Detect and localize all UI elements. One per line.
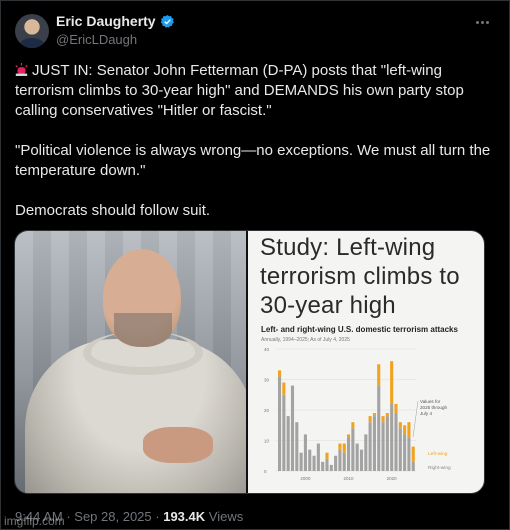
bar-right-wing — [359, 449, 364, 471]
bar-left-wing — [411, 446, 415, 462]
post-text-paragraph-2: "Political violence is always wrong—no e… — [15, 142, 495, 179]
y-tick-label: 20 — [264, 408, 270, 413]
bar-right-wing — [295, 422, 299, 471]
chart-title: Left- and right-wing U.S. domestic terro… — [261, 325, 458, 334]
bar-left-wing — [368, 416, 372, 423]
verified-badge-icon — [160, 14, 174, 28]
chart-headline: Study: Left-wing terrorism climbs to 30-… — [260, 234, 460, 319]
bar-left-wing — [390, 361, 394, 404]
media-photo[interactable] — [15, 231, 249, 493]
author-name-row[interactable]: Eric Daugherty — [56, 13, 175, 29]
views-label: Views — [208, 509, 244, 524]
bar-right-wing — [355, 443, 359, 471]
bar-right-wing — [325, 458, 329, 471]
bar-left-wing — [351, 422, 355, 429]
bar-right-wing — [303, 434, 307, 471]
bar-right-wing — [316, 443, 320, 471]
x-tick-label: 2020 — [387, 476, 398, 481]
bar-left-wing — [338, 443, 342, 450]
imgflip-watermark: imgflip.com — [4, 514, 65, 528]
x-tick-label: 2010 — [344, 476, 355, 481]
bar-right-wing — [278, 376, 282, 471]
annotation-pointer — [412, 400, 419, 438]
police-light-emoji — [15, 63, 28, 76]
bar-right-wing — [394, 413, 398, 471]
views-count: 193.4K — [163, 509, 206, 524]
bar-right-wing — [342, 452, 346, 471]
post-media[interactable]: Study: Left-wing terrorism climbs to 30-… — [14, 230, 485, 494]
post-text-paragraph-3: Democrats should follow suit. — [15, 202, 211, 219]
bar-left-wing — [398, 422, 402, 429]
more-options-icon[interactable] — [472, 14, 492, 30]
bar-right-wing — [381, 422, 385, 471]
bar-chart: 4030201002000 2010 2020Values for2025 thro… — [264, 347, 451, 481]
x-tick-label: 2000 — [300, 476, 311, 481]
bar-right-wing — [286, 416, 290, 471]
chart-annotation: 2025 through — [420, 405, 448, 410]
y-tick-label: 30 — [264, 378, 270, 383]
bar-right-wing — [282, 394, 286, 471]
chart-annotation: July 4 — [420, 411, 432, 416]
y-tick-label: 40 — [264, 347, 270, 352]
bar-right-wing — [312, 455, 316, 471]
bar-right-wing — [390, 403, 394, 471]
author-handle[interactable]: @EricLDaugh — [56, 32, 137, 47]
post-text-paragraph-1: JUST IN: Senator John Fetterman (D-PA) p… — [15, 62, 468, 119]
author-name[interactable]: Eric Daugherty — [56, 13, 156, 29]
bar-right-wing — [308, 449, 312, 471]
bar-right-wing — [299, 452, 303, 471]
bar-right-wing — [329, 464, 333, 471]
bar-left-wing — [407, 422, 411, 438]
bar-right-wing — [377, 385, 381, 471]
bar-right-wing — [338, 449, 342, 471]
bar-left-wing — [381, 416, 385, 423]
bar-left-wing — [347, 434, 351, 438]
bar-left-wing — [342, 443, 346, 453]
bar-right-wing — [407, 437, 411, 471]
bar-left-wing — [325, 452, 329, 459]
bar-right-wing — [411, 461, 415, 471]
bar-right-wing — [351, 428, 355, 471]
chart-annotation: Values for — [420, 399, 441, 404]
media-chart-image[interactable]: Study: Left-wing terrorism climbs to 30-… — [248, 231, 484, 493]
author-avatar[interactable] — [15, 14, 49, 48]
bar-right-wing — [368, 422, 372, 471]
bar-left-wing — [372, 413, 376, 417]
post-date[interactable]: Sep 28, 2025 — [74, 509, 151, 524]
bar-right-wing — [403, 434, 407, 471]
bar-left-wing — [278, 370, 282, 377]
bar-right-wing — [290, 385, 295, 471]
bar-left-wing — [377, 364, 381, 386]
bar-right-wing — [347, 437, 351, 471]
legend-left-wing: Left-wing — [428, 451, 448, 457]
y-tick-label: 10 — [264, 439, 270, 444]
bar-right-wing — [398, 428, 402, 471]
bar-right-wing — [321, 461, 325, 471]
bar-left-wing — [282, 382, 286, 395]
bar-left-wing — [394, 403, 398, 414]
bar-right-wing — [334, 455, 338, 471]
legend-right-wing: Right-wing — [428, 465, 451, 471]
bar-right-wing — [385, 416, 389, 471]
bar-left-wing — [385, 413, 389, 417]
y-tick-label: 0 — [264, 469, 267, 474]
bar-right-wing — [364, 434, 368, 471]
bar-left-wing — [403, 425, 407, 435]
bar-right-wing — [372, 416, 376, 471]
post-text: JUST IN: Senator John Fetterman (D-PA) p… — [15, 61, 495, 221]
